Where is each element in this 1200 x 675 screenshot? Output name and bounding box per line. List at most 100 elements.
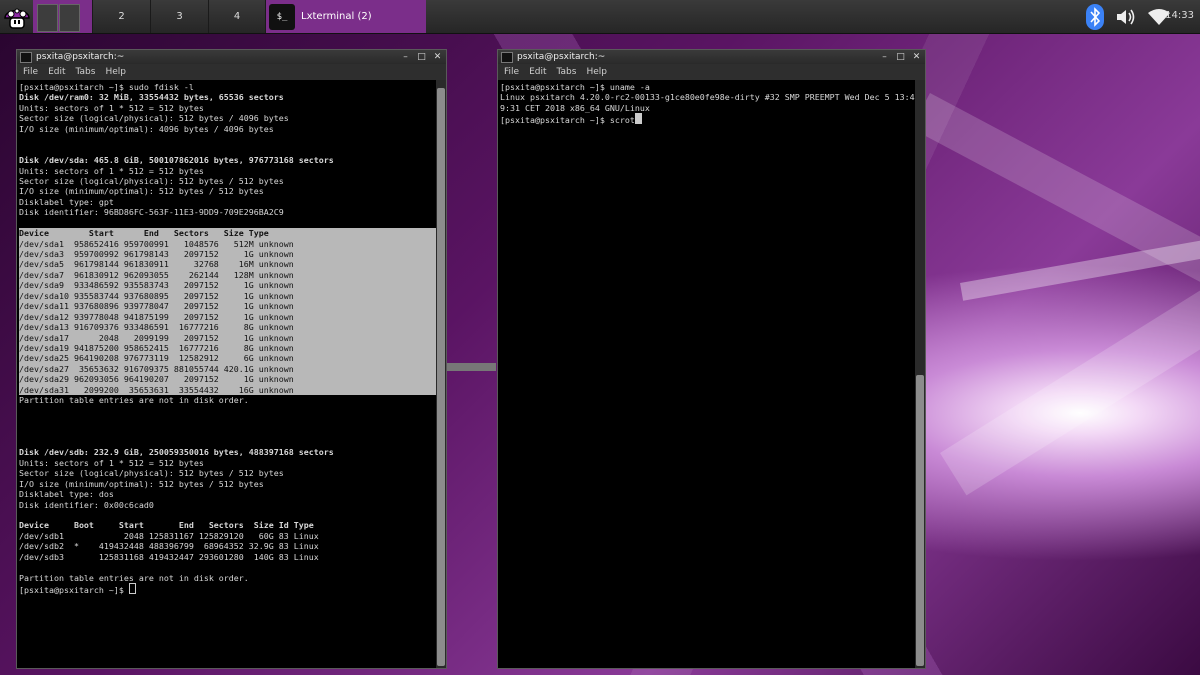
maximize-button[interactable]: □ bbox=[415, 51, 428, 63]
selected-output-line: /dev/sda17 2048 2099199 2097152 1G unkno… bbox=[19, 332, 436, 343]
terminal-line: /dev/sdb3 125831168 419432447 293601280 … bbox=[19, 551, 319, 562]
terminal-line: Partition table entries are not in disk … bbox=[19, 572, 249, 583]
window-title: psxita@psxitarch:~ bbox=[36, 52, 125, 62]
terminal-window-left[interactable]: psxita@psxitarch:~ – □ ✕ File Edit Tabs … bbox=[16, 49, 447, 669]
terminal-line: Disklabel type: dos bbox=[19, 489, 114, 500]
terminal-line: Device Boot Start End Sectors Size Id Ty… bbox=[19, 520, 314, 531]
prompt-text: [psxita@psxitarch ~]$ bbox=[19, 585, 129, 595]
selected-output-line: /dev/sda25 964190208 976773119 12582912 … bbox=[19, 353, 436, 364]
text-cursor bbox=[128, 583, 136, 594]
task-title: Lxterminal (2) bbox=[301, 11, 372, 22]
terminal-line: I/O size (minimum/optimal): 512 bytes / … bbox=[19, 186, 264, 197]
terminal-line: [psxita@psxitarch ~]$ sudo fdisk -l bbox=[19, 82, 194, 92]
selected-output-line: /dev/sda29 962093056 964190207 2097152 1… bbox=[19, 374, 436, 385]
wallpaper-stripe bbox=[911, 93, 1200, 326]
terminal-line: I/O size (minimum/optimal): 4096 bytes /… bbox=[19, 123, 274, 134]
workspace-preview bbox=[37, 4, 58, 32]
menu-file[interactable]: File bbox=[23, 67, 38, 77]
text-cursor bbox=[634, 113, 642, 125]
menu-tabs[interactable]: Tabs bbox=[76, 67, 96, 77]
bluetooth-icon[interactable] bbox=[1082, 0, 1108, 33]
terminal-line: Disk identifier: 0x00c6cad0 bbox=[19, 499, 154, 510]
wallpaper-bar bbox=[446, 363, 496, 371]
terminal-line: /dev/sdb1 2048 125831167 125829120 60G 8… bbox=[19, 530, 319, 541]
taskbar: 2 3 4 $_ Lxterminal (2) 14:33 bbox=[0, 0, 1200, 34]
workspace-label: 3 bbox=[176, 11, 183, 22]
workspace-2[interactable]: 2 bbox=[93, 0, 151, 33]
workspace-1[interactable] bbox=[33, 0, 93, 33]
menu-edit[interactable]: Edit bbox=[529, 67, 546, 77]
terminal-line: Units: sectors of 1 * 512 = 512 bytes bbox=[19, 102, 204, 113]
selected-output-line: /dev/sda11 937680896 939778047 2097152 1… bbox=[19, 301, 436, 312]
terminal-line: /dev/sdb2 * 419432448 488396799 68964352… bbox=[19, 541, 319, 552]
menu-file[interactable]: File bbox=[504, 67, 519, 77]
minimize-button[interactable]: – bbox=[878, 51, 891, 63]
selected-output-line: /dev/sda10 935583744 937680895 2097152 1… bbox=[19, 290, 436, 302]
workspace-preview bbox=[59, 4, 80, 32]
wallpaper-stripe bbox=[960, 237, 1200, 301]
terminal-output[interactable]: [psxita@psxitarch ~]$ uname -a Linux psxi… bbox=[498, 80, 915, 668]
menu-tabs[interactable]: Tabs bbox=[557, 67, 577, 77]
selected-output-line: Device Start End Sectors Size Type bbox=[19, 228, 436, 239]
workspace-label: 4 bbox=[233, 11, 241, 22]
selected-output-line: /dev/sda7 961830912 962093055 262144 128… bbox=[19, 269, 436, 281]
selected-output-line: /dev/sda13 916709376 933486591 16777216 … bbox=[19, 322, 436, 333]
terminal-line: Partition table entries are not in disk … bbox=[19, 395, 249, 406]
minimize-button[interactable]: – bbox=[399, 51, 412, 63]
terminal-line: 9:31 CET 2018 x86_64 GNU/Linux bbox=[500, 102, 650, 113]
terminal-line: Disk /dev/sda: 465.8 GiB, 500107862016 b… bbox=[19, 155, 334, 166]
menu-bar: File Edit Tabs Help bbox=[498, 64, 925, 80]
terminal-icon: $_ bbox=[269, 3, 295, 30]
maximize-button[interactable]: □ bbox=[894, 51, 907, 63]
selected-output-line: /dev/sda9 933486592 935583743 2097152 1G… bbox=[19, 280, 436, 291]
selected-output-line: /dev/sda1 958652416 959700991 1048576 51… bbox=[19, 238, 436, 249]
terminal-line: Disk /dev/sdb: 232.9 GiB, 250059350016 b… bbox=[19, 447, 334, 458]
menu-bar: File Edit Tabs Help bbox=[17, 64, 446, 80]
window-titlebar[interactable]: psxita@psxitarch:~ – □ ✕ bbox=[498, 50, 925, 64]
prompt-line[interactable]: [psxita@psxitarch ~]$ bbox=[19, 583, 436, 595]
workspace-3[interactable]: 3 bbox=[151, 0, 209, 33]
workspace-label: 2 bbox=[118, 11, 125, 22]
terminal-line: Disklabel type: gpt bbox=[19, 196, 114, 207]
menu-edit[interactable]: Edit bbox=[48, 67, 65, 77]
terminal-output[interactable]: [psxita@psxitarch ~]$ sudo fdisk -l Disk … bbox=[17, 80, 436, 668]
selected-output-line: /dev/sda12 939778048 941875199 2097152 1… bbox=[19, 311, 436, 323]
scrollbar-thumb[interactable] bbox=[916, 375, 924, 666]
terminal-line: Units: sectors of 1 * 512 = 512 bytes bbox=[19, 457, 204, 468]
volume-icon[interactable] bbox=[1113, 0, 1139, 33]
terminal-line: Units: sectors of 1 * 512 = 512 bytes bbox=[19, 165, 204, 176]
terminal-line: Linux psxitarch 4.20.0-rc2-00133-g1ce80e… bbox=[500, 92, 915, 103]
selected-output-line: /dev/sda5 961798144 961830911 32768 16M … bbox=[19, 259, 436, 270]
window-title: psxita@psxitarch:~ bbox=[517, 52, 606, 62]
close-button[interactable]: ✕ bbox=[910, 51, 923, 63]
window-titlebar[interactable]: psxita@psxitarch:~ – □ ✕ bbox=[17, 50, 446, 64]
terminal-line: Sector size (logical/physical): 512 byte… bbox=[19, 468, 284, 479]
prompt-line[interactable]: [psxita@psxitarch ~]$ scrot bbox=[500, 113, 915, 126]
terminal-line: Disk identifier: 96BD86FC-563F-11E3-9DD9… bbox=[19, 207, 284, 218]
close-button[interactable]: ✕ bbox=[431, 51, 444, 63]
clock: 14:33 bbox=[1165, 10, 1194, 21]
prompt-text: [psxita@psxitarch ~]$ scrot bbox=[500, 115, 635, 126]
mushroom-logo-icon[interactable] bbox=[2, 2, 32, 32]
menu-help[interactable]: Help bbox=[105, 67, 126, 77]
terminal-window-right[interactable]: psxita@psxitarch:~ – □ ✕ File Edit Tabs … bbox=[497, 49, 926, 669]
selected-output-line: /dev/sda3 959700992 961798143 2097152 1G… bbox=[19, 249, 436, 260]
workspace-4[interactable]: 4 bbox=[209, 0, 266, 33]
terminal-line: Disk /dev/ram0: 32 MiB, 33554432 bytes, … bbox=[19, 92, 284, 103]
scrollbar[interactable] bbox=[436, 80, 446, 668]
scrollbar[interactable] bbox=[915, 80, 925, 668]
menu-help[interactable]: Help bbox=[586, 67, 607, 77]
terminal-line: Sector size (logical/physical): 512 byte… bbox=[19, 175, 284, 186]
scrollbar-thumb[interactable] bbox=[437, 88, 445, 666]
terminal-line: Sector size (logical/physical): 512 byte… bbox=[19, 113, 289, 124]
terminal-icon bbox=[501, 51, 513, 63]
terminal-line: I/O size (minimum/optimal): 512 bytes / … bbox=[19, 478, 264, 489]
taskbar-task-lxterminal[interactable]: $_ Lxterminal (2) bbox=[266, 0, 426, 33]
